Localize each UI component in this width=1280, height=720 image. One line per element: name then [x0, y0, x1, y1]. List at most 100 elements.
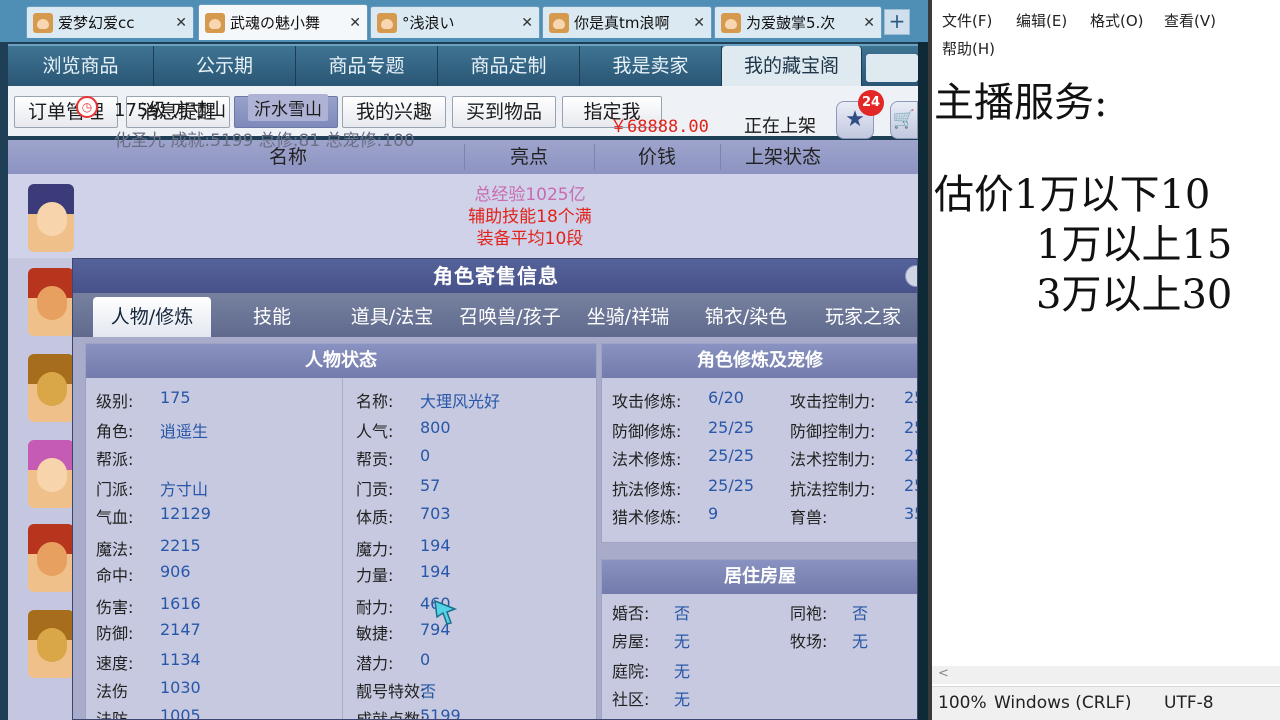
field-label: 抗法控制力: [790, 480, 876, 499]
nav-seller[interactable]: 我是卖家 [580, 46, 722, 86]
close-icon[interactable]: ✕ [693, 15, 705, 31]
field-label: 防御: [96, 624, 134, 643]
close-icon[interactable]: ✕ [521, 15, 533, 31]
field-value: 25 [904, 388, 917, 407]
field-label: 魔法: [96, 540, 134, 559]
field-value: 0 [420, 446, 431, 465]
close-icon[interactable]: ✕ [349, 15, 361, 31]
nav-custom[interactable]: 商品定制 [438, 46, 580, 86]
field-label: 角色: [96, 422, 134, 441]
field-label: 庭院: [612, 662, 650, 681]
field-value: 无 [674, 662, 691, 681]
field-label: 速度: [96, 654, 134, 673]
menu-edit[interactable]: 编辑(E) [1016, 10, 1067, 31]
field-value: 703 [420, 504, 451, 523]
main-nav: 浏览商品 公示期 商品专题 商品定制 我是卖家 我的藏宝阁 [8, 44, 918, 86]
tab-mounts[interactable]: 坐骑/祥瑞 [569, 297, 687, 337]
character-avatar[interactable] [28, 268, 74, 336]
field-label: 婚否: [612, 604, 650, 623]
field-value: 无 [674, 632, 691, 651]
field-value: 9 [708, 504, 719, 523]
close-icon[interactable]: ✕ [863, 15, 875, 31]
field-label: 潜力: [356, 654, 394, 673]
cart-icon[interactable]: 🛒 [890, 101, 918, 139]
field-label: 名称: [356, 392, 394, 411]
field-value: 逍遥生 [160, 422, 209, 441]
field-value: 1005 [160, 706, 201, 720]
clock-icon: ◷ [76, 96, 98, 118]
tab-items[interactable]: 道具/法宝 [333, 297, 451, 337]
tab-avatar-icon [721, 12, 741, 33]
subnav-interests[interactable]: 我的兴趣 [342, 96, 446, 128]
field-value: 2147 [160, 620, 201, 639]
tab-home[interactable]: 玩家之家 [807, 297, 917, 337]
menu-view[interactable]: 查看(V) [1164, 10, 1216, 31]
status-line-ending: Windows (CRLF) [994, 693, 1132, 713]
notepad-statusbar: 100% Windows (CRLF) UTF-8 [932, 686, 1280, 720]
scroll-left-icon[interactable]: < [938, 666, 949, 681]
field-value: 方寸山 [160, 480, 209, 499]
panel-title: 人物状态 [86, 344, 596, 378]
field-value: 25/25 [708, 446, 755, 465]
close-icon[interactable]: ✕ [175, 15, 187, 31]
status-zoom: 100% [938, 693, 987, 713]
field-value: 12129 [160, 504, 211, 523]
field-value: 25/25 [708, 418, 755, 437]
character-status-panel: 人物状态 级别: 175 角色: 逍遥生 帮派: 门派: 方寸山 气血: 12129 魔法: 221… [85, 343, 597, 720]
field-value: 25 [904, 446, 917, 465]
browser-tab-4[interactable]: 你是真tm浪啊 ✕ [542, 6, 712, 38]
browser-tab-5[interactable]: 为爱皷掌5.次 ✕ [714, 6, 882, 38]
browser-tab-2[interactable]: 武魂の魅小舞 ✕ [198, 4, 368, 40]
notepad-line: 3万以上30 [1036, 272, 1233, 318]
browser-tab-3[interactable]: °浅浪い ✕ [370, 6, 540, 38]
menu-file[interactable]: 文件(F) [942, 10, 992, 31]
field-label: 魔力: [356, 540, 394, 559]
listing-price: ￥68888.00 [610, 117, 709, 137]
subnav-bought[interactable]: 买到物品 [452, 96, 556, 128]
tab-skills[interactable]: 技能 [213, 297, 331, 337]
notepad-hscrollbar[interactable]: < [932, 666, 1280, 684]
tab-avatar-icon [205, 12, 225, 33]
character-avatar[interactable] [28, 354, 74, 422]
cultivation-panel: 角色修炼及宠修 攻击修炼: 6/20 攻击控制力: 25 防御修炼: 25/25 防御控制力… [601, 343, 917, 543]
nav-public[interactable]: 公示期 [154, 46, 296, 86]
new-tab-button[interactable]: + [884, 9, 910, 35]
nav-browse[interactable]: 浏览商品 [8, 46, 154, 86]
nav-topics[interactable]: 商品专题 [296, 46, 438, 86]
browser-tab-strip: 爱梦幻爱cc ✕ 武魂の魅小舞 ✕ °浅浪い ✕ 你是真tm浪啊 ✕ 为爱皷掌5… [0, 0, 928, 42]
field-value: 800 [420, 418, 451, 437]
field-label: 法伤 [96, 682, 129, 701]
field-value: 35 [904, 504, 917, 523]
character-avatar[interactable] [28, 610, 74, 678]
nav-extra-button[interactable] [866, 54, 918, 82]
browser-tab-1[interactable]: 爱梦幻爱cc ✕ [26, 6, 194, 38]
tab-character[interactable]: 人物/修炼 [93, 297, 211, 337]
tab-title: 爱梦幻爱cc [58, 14, 135, 32]
tab-outfits[interactable]: 锦衣/染色 [687, 297, 805, 337]
column-divider [342, 378, 343, 719]
col-highlights: 亮点 [509, 146, 548, 168]
favorite-count-badge: 24 [858, 90, 884, 116]
field-label: 育兽: [790, 508, 828, 527]
character-avatar[interactable] [28, 524, 74, 592]
tab-title: 武魂の魅小舞 [230, 14, 321, 32]
menu-help[interactable]: 帮助(H) [942, 38, 995, 59]
field-label: 人气: [356, 422, 394, 441]
subnav-orders[interactable]: 订单管理 [14, 96, 118, 128]
field-label: 帮派: [96, 450, 134, 469]
field-label: 体质: [356, 508, 394, 527]
pointer-cursor-icon [434, 599, 458, 625]
field-value: 否 [852, 604, 869, 623]
col-price: 价钱 [637, 146, 676, 168]
status-encoding: UTF-8 [1164, 693, 1214, 713]
field-value: 否 [420, 682, 437, 701]
field-value: 25 [904, 476, 917, 495]
tab-pets[interactable]: 召唤兽/孩子 [451, 297, 569, 337]
tab-title: °浅浪い [402, 14, 455, 32]
notepad-editor[interactable]: 主播服务: 估价1万以下10 1万以上15 3万以上30 [932, 62, 1280, 668]
menu-format[interactable]: 格式(O) [1090, 10, 1144, 31]
nav-treasure[interactable]: 我的藏宝阁 [722, 46, 862, 86]
character-avatar[interactable] [28, 184, 74, 252]
field-label: 防御修炼: [612, 422, 682, 441]
character-avatar[interactable] [28, 440, 74, 508]
